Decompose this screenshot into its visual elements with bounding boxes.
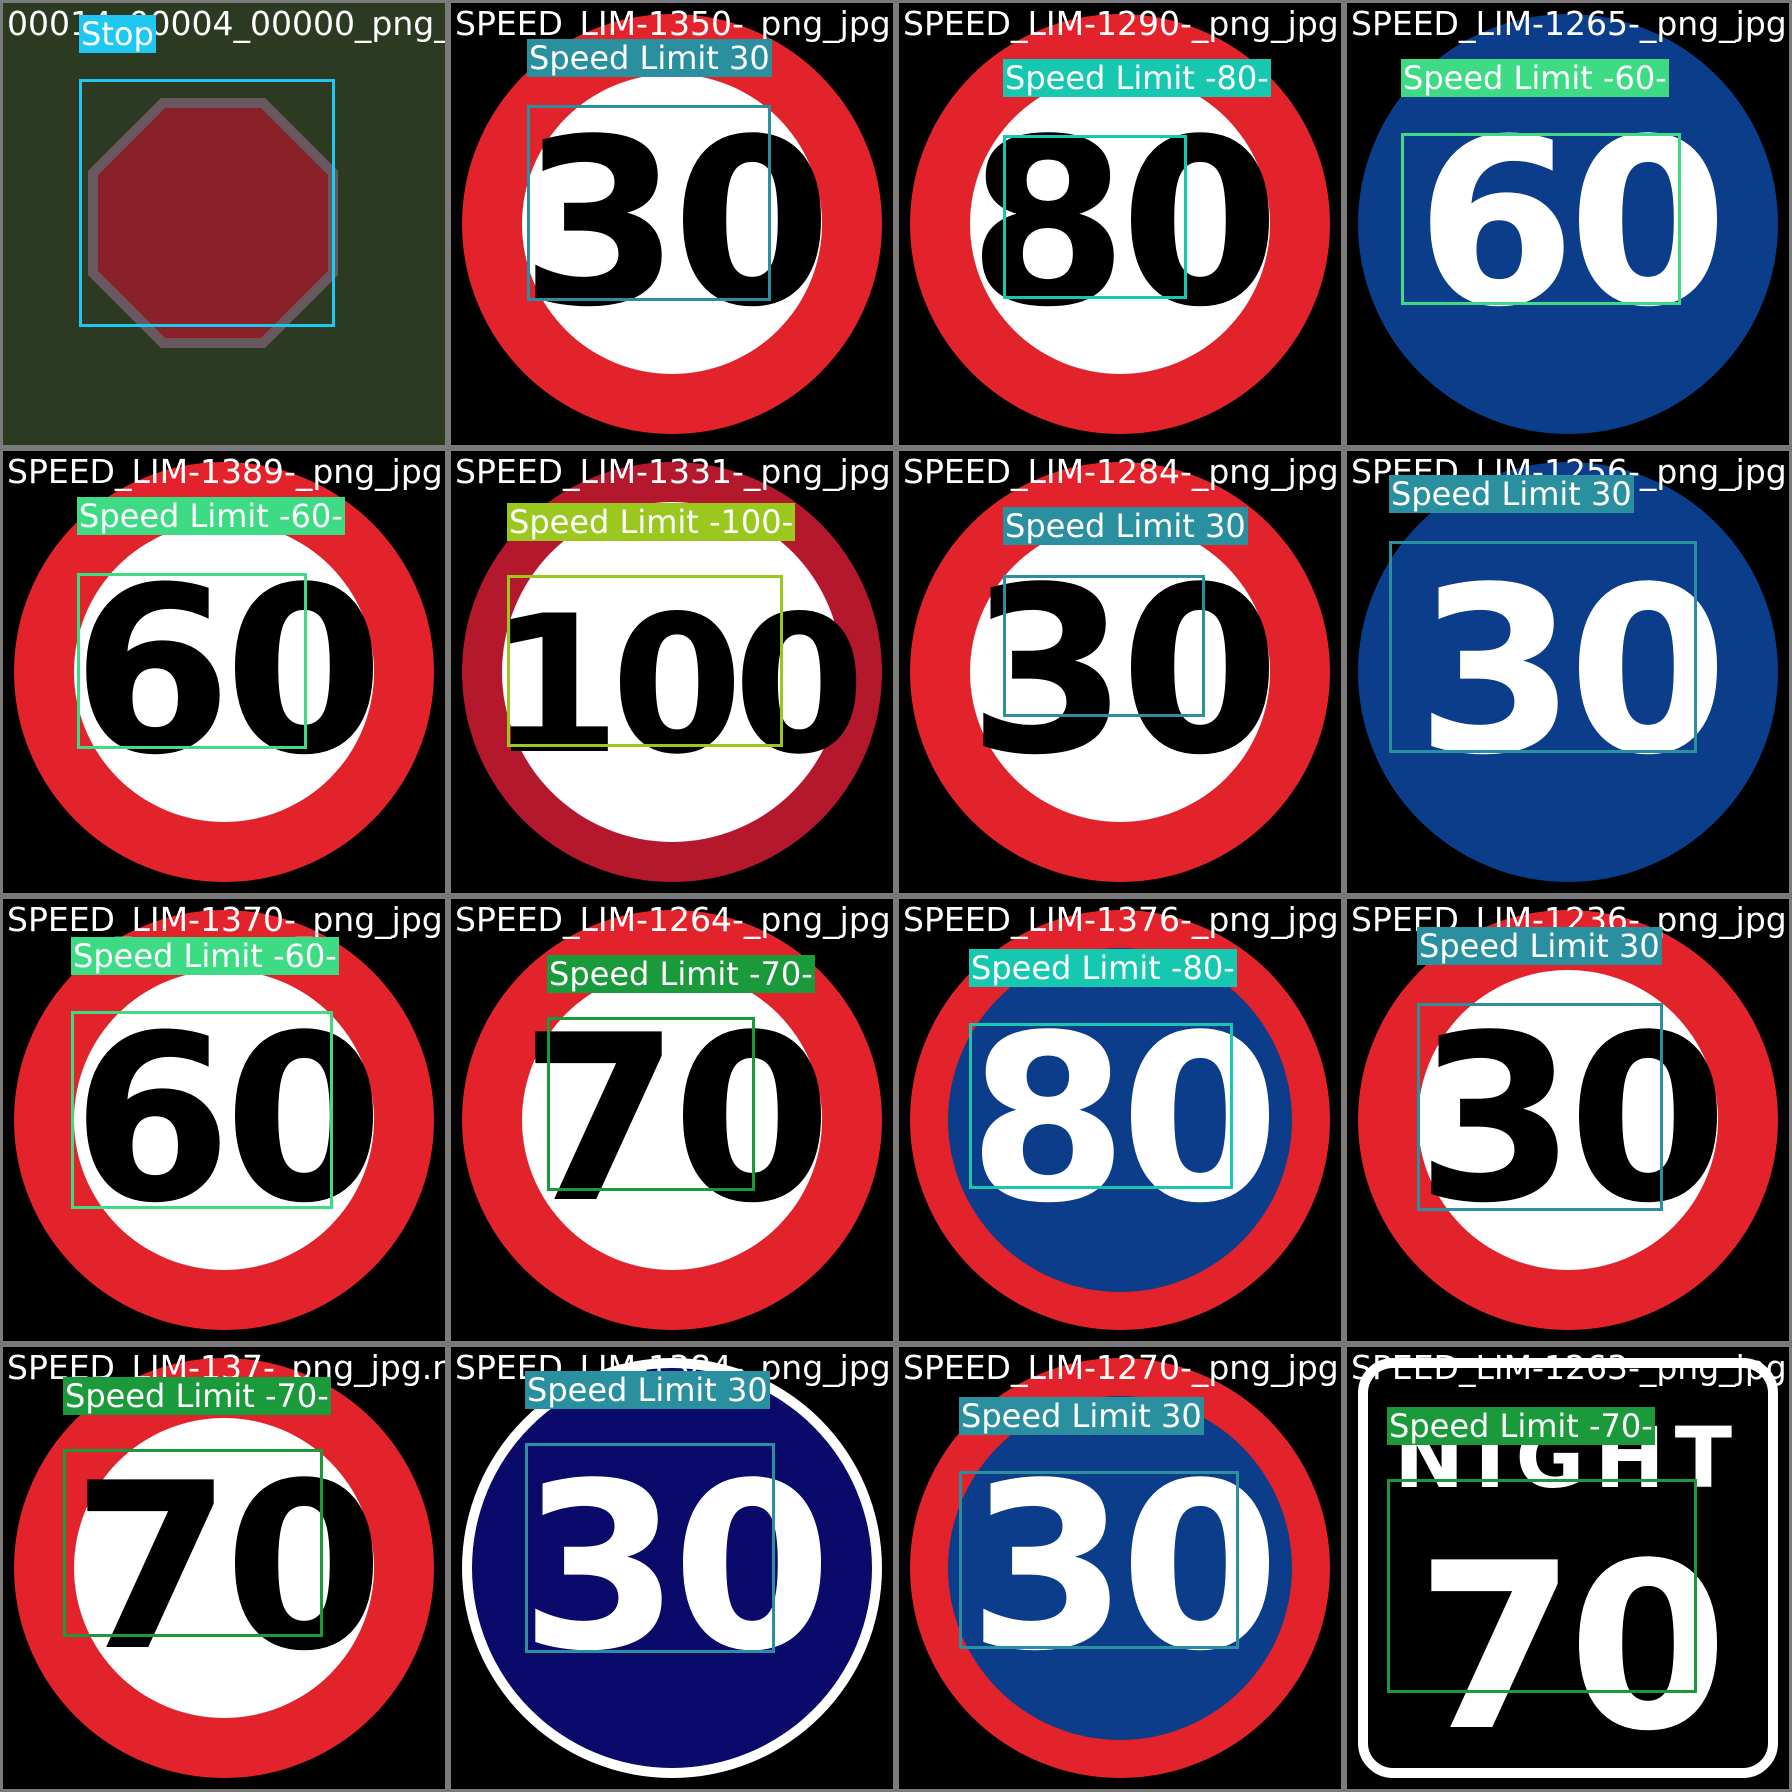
image-tile: 80 Speed Limit -80- SPEED_LIM-1290-_png_jp… — [899, 3, 1341, 445]
image-filename-caption: SPEED_LIM-1284-_png_jpg.rf. — [903, 452, 1341, 491]
detection-bbox — [1401, 133, 1681, 305]
image-filename-caption: SPEED_LIM-1265-_png_jpg.rf. — [1351, 4, 1789, 43]
detection-bbox — [63, 1449, 323, 1637]
detection-label: Speed Limit 30 — [525, 1371, 770, 1409]
image-tile: 100 Speed Limit -100- SPEED_LIM-1331-_png_… — [451, 451, 893, 893]
image-tile: 30 Speed Limit 30 SPEED_LIM-1236-_png_jpg.… — [1347, 899, 1789, 1341]
detection-bbox — [71, 1011, 333, 1209]
detection-bbox — [1417, 1003, 1663, 1211]
detection-bbox — [1389, 541, 1697, 753]
image-filename-caption: 00014_00004_00000_png_jpg.rf. — [7, 4, 445, 43]
image-tile: 70 Speed Limit -70- SPEED_LIM-137-_png_jpg… — [3, 1347, 445, 1789]
detection-bbox — [959, 1471, 1239, 1649]
detection-label: Speed Limit 30 — [527, 39, 772, 77]
detection-label: Speed Limit -70- — [1387, 1407, 1655, 1445]
image-tile: 30 Speed Limit 30 SPEED_LIM-1256-_png_jpg.… — [1347, 451, 1789, 893]
detection-label: Speed Limit 30 — [1003, 507, 1248, 545]
detection-label: Speed Limit -60- — [77, 497, 345, 535]
detection-bbox — [969, 1023, 1233, 1189]
image-filename-caption: SPEED_LIM-1376-_png_jpg.rf. — [903, 900, 1341, 939]
image-filename-caption: SPEED_LIM-1331-_png_jpg.rf. — [455, 452, 893, 491]
detection-bbox — [547, 1017, 755, 1191]
detection-label: Speed Limit -70- — [547, 955, 815, 993]
detection-label: Speed Limit 30 — [1417, 927, 1662, 965]
detection-label: Speed Limit -60- — [71, 937, 339, 975]
image-tile: 60 Speed Limit -60- SPEED_LIM-1370-_png_jp… — [3, 899, 445, 1341]
detection-bbox — [1003, 135, 1187, 299]
detection-bbox — [77, 573, 307, 749]
image-tile: 70 Speed Limit -70- SPEED_LIM-1264-_png_jp… — [451, 899, 893, 1341]
detection-label: Speed Limit -100- — [507, 503, 796, 541]
detection-bbox — [79, 79, 335, 327]
detection-label: Speed Limit -80- — [1003, 59, 1271, 97]
detection-bbox — [507, 575, 783, 747]
image-tile: 30 Speed Limit 30 SPEED_LIM-1284-_png_jpg.… — [899, 451, 1341, 893]
image-filename-caption: SPEED_LIM-1389-_png_jpg.rf. — [7, 452, 445, 491]
image-filename-caption: SPEED_LIM-1290-_png_jpg.rf. — [903, 4, 1341, 43]
image-filename-caption: SPEED_LIM-1264-_png_jpg.rf. — [455, 900, 893, 939]
detection-label: Speed Limit 30 — [959, 1397, 1204, 1435]
image-tile: 30 Speed Limit 30 SPEED_LIM-1270-_png_jpg.… — [899, 1347, 1341, 1789]
detection-label: Speed Limit -70- — [63, 1377, 331, 1415]
image-filename-caption: SPEED_LIM-1270-_png_jpg.rf. — [903, 1348, 1341, 1387]
image-tile: NIGHT 70 Speed Limit -70- SPEED_LIM-1263-_p… — [1347, 1347, 1789, 1789]
image-filename-caption: SPEED_LIM-1350-_png_jpg.rf. — [455, 4, 893, 43]
detection-label: Stop — [79, 15, 156, 53]
detection-bbox — [1387, 1479, 1697, 1693]
image-filename-caption: SPEED_LIM-1370-_png_jpg.rf. — [7, 900, 445, 939]
image-tile: 30 Speed Limit 30 SPEED_LIM-1384-_png_jpg.… — [451, 1347, 893, 1789]
detection-bbox — [527, 105, 771, 301]
detection-label: Speed Limit -80- — [969, 949, 1237, 987]
detection-label: Speed Limit 30 — [1389, 475, 1634, 513]
detection-bbox — [1003, 575, 1205, 717]
detection-bbox — [525, 1443, 775, 1653]
image-tile: 30 Speed Limit 30 SPEED_LIM-1350-_png_jpg.… — [451, 3, 893, 445]
detection-grid: Stop00014_00004_00000_png_jpg.rf.30Speed… — [0, 0, 1792, 1792]
image-tile: Stop00014_00004_00000_png_jpg.rf. — [3, 3, 445, 445]
image-tile: 80 Speed Limit -80- SPEED_LIM-1376-_png_jp… — [899, 899, 1341, 1341]
image-tile: 60 Speed Limit -60- SPEED_LIM-1265-_png_jp… — [1347, 3, 1789, 445]
detection-label: Speed Limit -60- — [1401, 59, 1669, 97]
image-filename-caption: SPEED_LIM-1263-_png_jpg.rf. — [1351, 1348, 1789, 1387]
image-tile: 60 Speed Limit -60- SPEED_LIM-1389-_png_jp… — [3, 451, 445, 893]
